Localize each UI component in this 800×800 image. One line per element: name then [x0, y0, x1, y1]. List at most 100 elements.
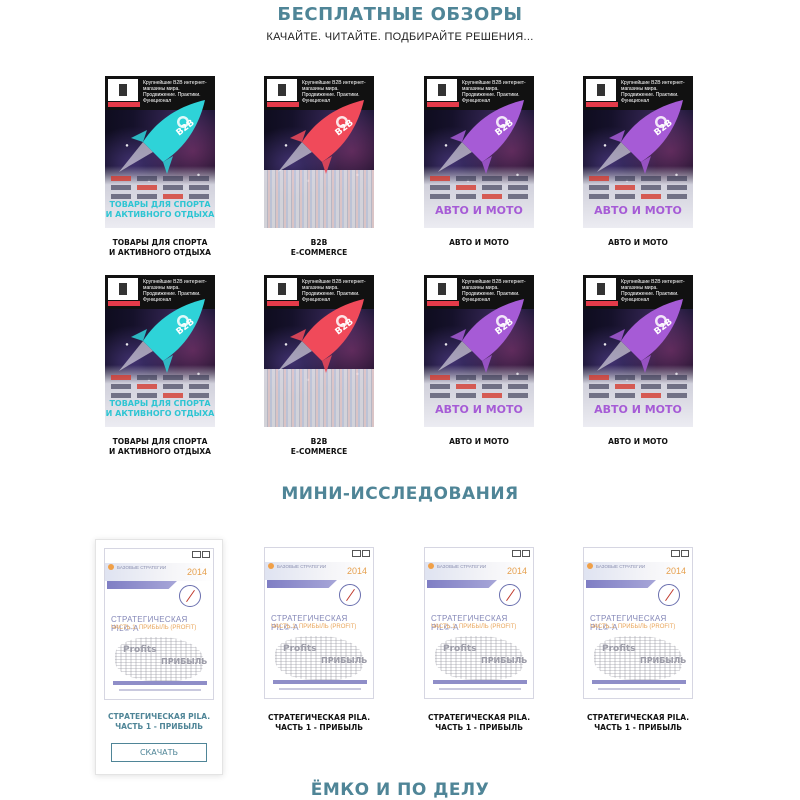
doc-dot: [428, 563, 434, 569]
doc-series-label: БАЗОВЫЕ СТРАТЕГИИ: [277, 564, 327, 569]
rocket-icon: B2B: [278, 100, 364, 174]
doc-bottom-line: [119, 689, 201, 691]
doc-year: 2014: [506, 566, 527, 576]
publisher-logo: [352, 550, 361, 557]
cloud-word: ПРИБЫЛЬ: [481, 656, 528, 665]
review-caption[interactable]: АВТО И МОТО: [424, 238, 534, 248]
doc-bottom-bar: [273, 680, 367, 684]
cover-category-label: ТОВАРЫ ДЛЯ СПОРТА И АКТИВНОГО ОТДЫХА: [105, 200, 215, 219]
doc-year: 2014: [665, 566, 686, 576]
doc-bottom-bar: [113, 681, 207, 685]
rocket-icon: B2B: [597, 299, 683, 373]
doc-part: ЧАСТЬ 1. ПРИБЫЛЬ (PROFIT): [271, 624, 357, 630]
review-caption[interactable]: B2B E-COMMERCE: [264, 238, 374, 258]
rocket-icon: B2B: [597, 100, 683, 174]
publisher-logo: [512, 550, 521, 557]
mini-research-title: МИНИ-ИССЛЕДОВАНИЯ: [281, 484, 519, 504]
doc-bottom-line: [279, 688, 361, 690]
review-caption[interactable]: ТОВАРЫ ДЛЯ СПОРТА И АКТИВНОГО ОТДЫХА: [105, 238, 215, 258]
review-card[interactable]: Крупнейшие B2B интернет-магазины мира. П…: [264, 76, 374, 258]
review-caption[interactable]: АВТО И МОТО: [424, 437, 534, 447]
doc-arrow-graphic: [586, 580, 656, 588]
review-caption[interactable]: АВТО И МОТО: [583, 437, 693, 447]
compass-icon: [339, 584, 361, 606]
cloud-word: Profits: [123, 645, 157, 655]
cloud-word: Profits: [443, 644, 477, 654]
cloud-word: ПРИБЫЛЬ: [640, 656, 687, 665]
next-section-title: ЁМКО И ПО ДЕЛУ: [310, 780, 490, 800]
research-card[interactable]: БАЗОВЫЕ СТРАТЕГИИ 2014 СТРАТЕГИЧЕСКАЯ PIL©…: [424, 547, 534, 733]
review-cover-image[interactable]: Крупнейшие B2B интернет-магазины мира. П…: [424, 76, 534, 228]
research-caption[interactable]: СТРАТЕГИЧЕСКАЯ PILA. ЧАСТЬ 1 - ПРИБЫЛЬ: [583, 713, 693, 733]
rocket-icon: B2B: [278, 299, 364, 373]
doc-dot: [268, 563, 274, 569]
doc-series-label: БАЗОВЫЕ СТРАТЕГИИ: [437, 564, 487, 569]
research-card[interactable]: БАЗОВЫЕ СТРАТЕГИИ 2014 СТРАТЕГИЧЕСКАЯ PIL©…: [264, 547, 374, 733]
review-caption[interactable]: B2B E-COMMERCE: [264, 437, 374, 457]
rocket-icon: B2B: [119, 299, 205, 373]
cover-category-label: ТОВАРЫ ДЛЯ СПОРТА И АКТИВНОГО ОТДЫХА: [105, 399, 215, 418]
review-cover-image[interactable]: Крупнейшие B2B интернет-магазины мира. П…: [264, 275, 374, 427]
compass-icon: [179, 585, 201, 607]
compass-icon: [658, 584, 680, 606]
compass-icon: [499, 584, 521, 606]
review-card[interactable]: Крупнейшие B2B интернет-магазины мира. П…: [105, 275, 215, 457]
cover-category-label: АВТО И МОТО: [435, 403, 523, 416]
rocket-icon: B2B: [119, 100, 205, 174]
doc-series-label: БАЗОВЫЕ СТРАТЕГИИ: [596, 564, 646, 569]
cover-category-label: АВТО И МОТО: [594, 204, 682, 217]
review-caption[interactable]: ТОВАРЫ ДЛЯ СПОРТА И АКТИВНОГО ОТДЫХА: [105, 437, 215, 457]
research-cover-image[interactable]: БАЗОВЫЕ СТРАТЕГИИ 2014 СТРАТЕГИЧЕСКАЯ PIL©…: [104, 548, 214, 700]
publisher-logo: [671, 550, 680, 557]
research-card[interactable]: БАЗОВЫЕ СТРАТЕГИИ 2014 СТРАТЕГИЧЕСКАЯ PIL©…: [583, 547, 693, 733]
research-cover-image[interactable]: БАЗОВЫЕ СТРАТЕГИИ 2014 СТРАТЕГИЧЕСКАЯ PIL©…: [583, 547, 693, 699]
review-cover-image[interactable]: Крупнейшие B2B интернет-магазины мира. П…: [264, 76, 374, 228]
publisher-logo-secondary: [522, 550, 530, 557]
research-cover-image[interactable]: БАЗОВЫЕ СТРАТЕГИИ 2014 СТРАТЕГИЧЕСКАЯ PIL©…: [264, 547, 374, 699]
review-cover-image[interactable]: Крупнейшие B2B интернет-магазины мира. П…: [583, 275, 693, 427]
rocket-icon: B2B: [438, 100, 524, 174]
review-caption[interactable]: АВТО И МОТО: [583, 238, 693, 248]
research-cover-image[interactable]: БАЗОВЫЕ СТРАТЕГИИ 2014 СТРАТЕГИЧЕСКАЯ PIL©…: [424, 547, 534, 699]
brand-crowd-image: [264, 170, 374, 228]
review-card[interactable]: Крупнейшие B2B интернет-магазины мира. П…: [583, 76, 693, 248]
rocket-icon: B2B: [438, 299, 524, 373]
doc-arrow-graphic: [107, 581, 177, 589]
doc-bottom-bar: [433, 680, 527, 684]
doc-part: ЧАСТЬ 1. ПРИБЫЛЬ (PROFIT): [111, 625, 197, 631]
review-cover-image[interactable]: Крупнейшие B2B интернет-магазины мира. П…: [105, 275, 215, 427]
cover-category-label: АВТО И МОТО: [594, 403, 682, 416]
research-caption[interactable]: СТРАТЕГИЧЕСКАЯ PILA. ЧАСТЬ 1 - ПРИБЫЛЬ: [264, 713, 374, 733]
doc-year: 2014: [346, 566, 367, 576]
review-card[interactable]: Крупнейшие B2B интернет-магазины мира. П…: [424, 76, 534, 248]
doc-part: ЧАСТЬ 1. ПРИБЫЛЬ (PROFIT): [431, 624, 517, 630]
doc-part: ЧАСТЬ 1. ПРИБЫЛЬ (PROFIT): [590, 624, 676, 630]
research-caption[interactable]: СТРАТЕГИЧЕСКАЯ PILA. ЧАСТЬ 1 - ПРИБЫЛЬ: [104, 712, 214, 732]
doc-dot: [108, 564, 114, 570]
review-card[interactable]: Крупнейшие B2B интернет-магазины мира. П…: [424, 275, 534, 447]
brand-crowd-image: [264, 369, 374, 427]
cloud-word: ПРИБЫЛЬ: [161, 657, 208, 666]
cloud-word: ПРИБЫЛЬ: [321, 656, 368, 665]
review-cover-image[interactable]: Крупнейшие B2B интернет-магазины мира. П…: [583, 76, 693, 228]
doc-arrow-graphic: [427, 580, 497, 588]
doc-bottom-bar: [592, 680, 686, 684]
review-card[interactable]: Крупнейшие B2B интернет-магазины мира. П…: [264, 275, 374, 457]
research-caption[interactable]: СТРАТЕГИЧЕСКАЯ PILA. ЧАСТЬ 1 - ПРИБЫЛЬ: [424, 713, 534, 733]
review-cover-image[interactable]: Крупнейшие B2B интернет-магазины мира. П…: [424, 275, 534, 427]
doc-bottom-line: [439, 688, 521, 690]
publisher-logo-secondary: [202, 551, 210, 558]
publisher-logo-secondary: [362, 550, 370, 557]
research-card[interactable]: БАЗОВЫЕ СТРАТЕГИИ 2014 СТРАТЕГИЧЕСКАЯ PIL©…: [95, 539, 223, 775]
doc-bottom-line: [598, 688, 680, 690]
review-cover-image[interactable]: Крупнейшие B2B интернет-магазины мира. П…: [105, 76, 215, 228]
cloud-word: Profits: [602, 644, 636, 654]
doc-dot: [587, 563, 593, 569]
doc-series-label: БАЗОВЫЕ СТРАТЕГИИ: [117, 565, 167, 570]
download-button[interactable]: СКАЧАТЬ: [111, 743, 207, 762]
publisher-logo: [192, 551, 201, 558]
cloud-word: Profits: [283, 644, 317, 654]
review-card[interactable]: Крупнейшие B2B интернет-магазины мира. П…: [583, 275, 693, 447]
doc-year: 2014: [186, 567, 207, 577]
review-card[interactable]: Крупнейшие B2B интернет-магазины мира. П…: [105, 76, 215, 258]
